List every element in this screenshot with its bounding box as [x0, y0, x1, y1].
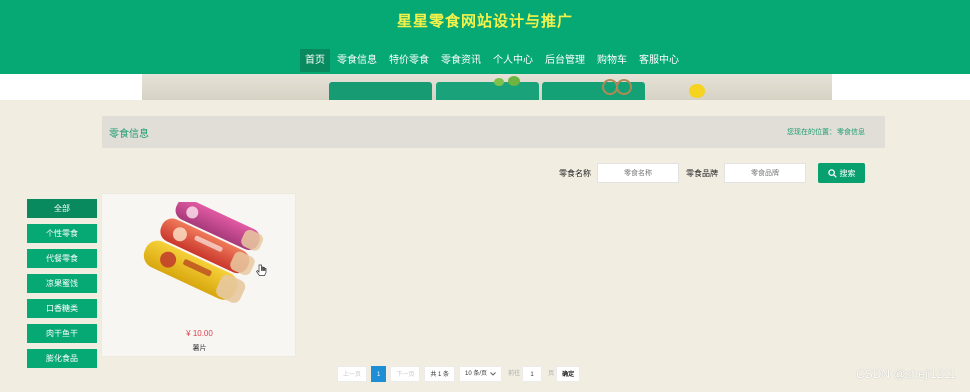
page-title: 零食信息 [109, 129, 149, 140]
category-all[interactable]: 全部 [27, 199, 97, 218]
banner-card [329, 82, 432, 100]
product-price: ¥ 10.00 [186, 329, 213, 338]
nav-item-personal-center[interactable]: 个人中心 [488, 49, 538, 72]
nav-item-support[interactable]: 客服中心 [634, 49, 684, 72]
category-meal-replacement[interactable]: 代餐零食 [27, 249, 97, 268]
banner-ring-decoration [616, 79, 632, 95]
banner-card [436, 82, 539, 100]
total-count: 共 1 条 [424, 366, 456, 382]
search-bar: 零食名称 零食品牌 搜索 [559, 163, 865, 183]
main-nav: 首页 零食信息 特价零食 零食资讯 个人中心 后台管理 购物车 客服中心 [300, 49, 686, 72]
product-name[interactable]: 薯片 [102, 343, 297, 353]
category-candied-fruit[interactable]: 凉果蜜饯 [27, 274, 97, 293]
nav-item-home[interactable]: 首页 [300, 49, 330, 72]
nav-item-special-snacks[interactable]: 特价零食 [384, 49, 434, 72]
search-button[interactable]: 搜索 [818, 163, 865, 183]
nav-item-snack-info[interactable]: 零食信息 [332, 49, 382, 72]
site-header: 星星零食网站设计与推广 首页 零食信息 特价零食 零食资讯 个人中心 后台管理 … [0, 0, 970, 74]
banner-leaf-decoration [508, 76, 520, 86]
breadcrumb: 零食信息 您现在的位置： 零食信息 [102, 116, 885, 148]
snack-brand-input[interactable] [724, 163, 806, 183]
snack-name-label: 零食名称 [559, 168, 591, 178]
banner-carousel[interactable] [142, 74, 832, 100]
product-card[interactable]: ¥ 10.00 薯片 [101, 193, 296, 357]
snack-name-input[interactable] [597, 163, 679, 183]
prev-page-button[interactable]: 上一页 [337, 366, 368, 382]
pagination: 上一页 1 下一页 共 1 条 10 条/页 前往 1 页 确定 [337, 366, 584, 382]
search-button-label: 搜索 [839, 168, 856, 178]
category-jerky[interactable]: 肉干鱼干 [27, 324, 97, 343]
category-puffed-food[interactable]: 膨化食品 [27, 349, 97, 368]
banner-leaf-decoration [494, 78, 504, 86]
page-number-current[interactable]: 1 [371, 366, 387, 382]
next-page-button[interactable]: 下一页 [390, 366, 421, 382]
goto-suffix: 页 [548, 371, 555, 377]
confirm-button[interactable]: 确定 [556, 366, 581, 382]
chevron-down-icon [490, 372, 496, 376]
nav-item-admin[interactable]: 后台管理 [540, 49, 590, 72]
page-size-value: 10 条/页 [465, 371, 488, 377]
breadcrumb-location: 您现在的位置： 零食信息 [787, 127, 865, 137]
site-title: 星星零食网站设计与推广 [396, 13, 573, 30]
category-personalized[interactable]: 个性零食 [27, 224, 97, 243]
banner-flower-decoration [689, 84, 705, 98]
nav-item-cart[interactable]: 购物车 [592, 49, 632, 72]
search-icon [827, 168, 837, 178]
nav-item-snack-news[interactable]: 零食资讯 [436, 49, 486, 72]
product-image [143, 202, 264, 303]
category-sidebar: 全部 个性零食 代餐零食 凉果蜜饯 口香糖类 肉干鱼干 膨化食品 [27, 199, 97, 374]
snack-brand-label: 零食品牌 [686, 168, 718, 178]
csdn-watermark: CSDN @sheji1211 [855, 367, 956, 381]
goto-label: 前往 [508, 371, 521, 377]
breadcrumb-current-link[interactable]: 零食信息 [837, 127, 865, 137]
category-chewing-gum[interactable]: 口香糖类 [27, 299, 97, 318]
goto-page-input[interactable]: 1 [522, 366, 543, 382]
page-size-select[interactable]: 10 条/页 [459, 366, 503, 382]
hand-cursor-icon [256, 264, 267, 276]
breadcrumb-prefix: 您现在的位置： [787, 129, 836, 136]
